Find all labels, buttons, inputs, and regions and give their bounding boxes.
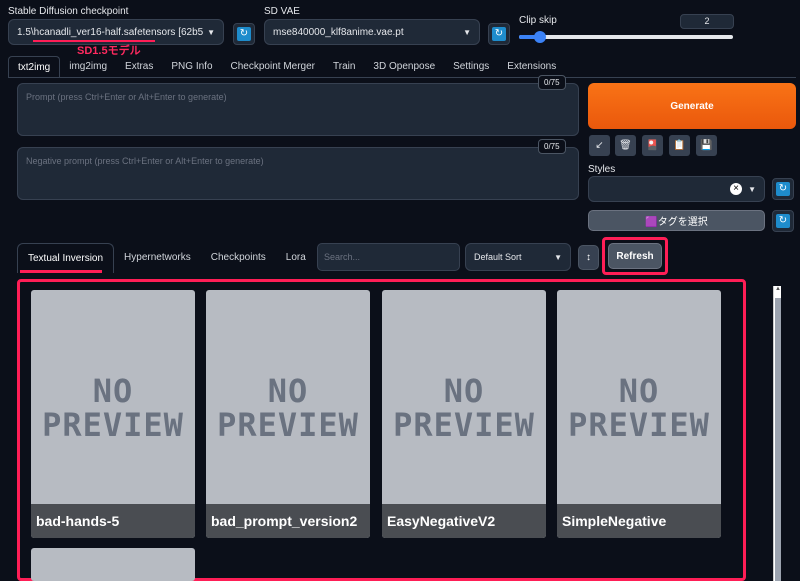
tab-img2img[interactable]: img2img bbox=[60, 56, 116, 78]
no-preview-image: NO PREVIEW bbox=[568, 372, 710, 444]
main-tabs: txt2img img2img Extras PNG Info Checkpoi… bbox=[8, 56, 565, 78]
show-extra-networks-button[interactable]: 🎴 bbox=[642, 135, 663, 156]
generate-button[interactable]: Generate bbox=[588, 83, 796, 129]
tab-3d-openpose[interactable]: 3D Openpose bbox=[364, 56, 444, 78]
card-name: bad-hands-5 bbox=[31, 504, 195, 538]
extra-networks-tabs: Textual Inversion Hypernetworks Checkpoi… bbox=[17, 243, 316, 273]
tag-select-button[interactable]: 🟪タグを選択 bbox=[588, 210, 765, 231]
apply-style-button[interactable]: 📋 bbox=[669, 135, 690, 156]
clip-skip-slider[interactable] bbox=[519, 31, 733, 43]
refresh-icon: ↻ bbox=[492, 27, 506, 41]
tab-divider bbox=[8, 77, 796, 78]
card-name: SimpleNegative bbox=[557, 504, 721, 538]
no-preview-image: NO PREVIEW bbox=[42, 372, 184, 444]
paste-params-button[interactable]: ↙ bbox=[589, 135, 610, 156]
refresh-icon: ↻ bbox=[237, 27, 251, 41]
scrollbar-thumb[interactable] bbox=[775, 298, 781, 581]
styles-select[interactable]: × ▼ bbox=[588, 176, 765, 202]
chevron-down-icon: ▼ bbox=[463, 27, 471, 37]
refresh-checkpoint-button[interactable]: ↻ bbox=[233, 23, 255, 45]
chevron-down-icon: ▼ bbox=[748, 184, 756, 194]
clip-skip-handle[interactable] bbox=[534, 31, 546, 43]
embedding-card[interactable]: NO PREVIEW EasyNegativeV2 bbox=[382, 290, 546, 538]
embedding-card[interactable]: NO PREVIEW bad-hands-5 bbox=[31, 290, 195, 538]
embedding-card[interactable]: NO PREVIEW bad_prompt_version2 bbox=[206, 290, 370, 538]
save-style-button[interactable]: 💾 bbox=[696, 135, 717, 156]
prompt-input[interactable]: Prompt (press Ctrl+Enter or Alt+Enter to… bbox=[17, 83, 579, 136]
embedding-card[interactable]: NO PREVIEW SimpleNegative bbox=[557, 290, 721, 538]
vae-label: SD VAE bbox=[264, 6, 300, 17]
negative-prompt-token-counter: 0/75 bbox=[538, 139, 566, 154]
sort-select[interactable]: Default Sort ▼ bbox=[465, 243, 571, 271]
checkpoint-label: Stable Diffusion checkpoint bbox=[8, 6, 129, 17]
negative-prompt-input[interactable]: Negative prompt (press Ctrl+Enter or Alt… bbox=[17, 147, 579, 200]
embedding-card[interactable] bbox=[31, 548, 195, 581]
search-input[interactable]: Search... bbox=[317, 243, 460, 271]
sort-value: Default Sort bbox=[474, 252, 522, 262]
clipboard-icon: 📋 bbox=[673, 140, 686, 151]
clip-skip-label: Clip skip bbox=[519, 15, 557, 26]
tab-checkpoint-merger[interactable]: Checkpoint Merger bbox=[222, 56, 324, 78]
clip-skip-number[interactable]: 2 bbox=[680, 14, 734, 29]
annotation-underline bbox=[20, 270, 102, 273]
tab-lora[interactable]: Lora bbox=[276, 243, 316, 273]
tab-settings[interactable]: Settings bbox=[444, 56, 498, 78]
clear-prompt-button[interactable]: 🗑 bbox=[615, 135, 636, 156]
tab-png-info[interactable]: PNG Info bbox=[162, 56, 221, 78]
arrow-icon: ↙ bbox=[595, 140, 604, 151]
clear-styles-icon[interactable]: × bbox=[730, 183, 743, 195]
card-icon: 🎴 bbox=[646, 140, 659, 151]
vae-select[interactable]: mse840000_klf8anime.vae.pt ▼ bbox=[264, 19, 480, 45]
chevron-down-icon: ▼ bbox=[207, 27, 215, 37]
refresh-styles-button[interactable]: ↻ bbox=[772, 178, 794, 200]
tab-extras[interactable]: Extras bbox=[116, 56, 162, 78]
refresh-icon: ↻ bbox=[776, 182, 790, 196]
tab-checkpoints[interactable]: Checkpoints bbox=[201, 243, 276, 273]
refresh-tags-button[interactable]: ↻ bbox=[772, 210, 794, 232]
checkpoint-value: 1.5\hcanadli_ver16-half.safetensors [62b… bbox=[17, 26, 203, 38]
styles-label: Styles bbox=[588, 164, 616, 175]
trash-icon: 🗑 bbox=[619, 140, 632, 151]
scroll-up-icon[interactable]: ▲ bbox=[774, 286, 782, 292]
floppy-icon: 💾 bbox=[700, 140, 713, 151]
tab-txt2img[interactable]: txt2img bbox=[8, 56, 61, 78]
refresh-icon: ↻ bbox=[776, 214, 790, 228]
sort-direction-button[interactable]: ↕ bbox=[578, 245, 599, 270]
no-preview-image: NO PREVIEW bbox=[217, 372, 359, 444]
no-preview-image: NO PREVIEW bbox=[393, 372, 535, 444]
card-name: bad_prompt_version2 bbox=[206, 504, 370, 538]
card-name: EasyNegativeV2 bbox=[382, 504, 546, 538]
vae-value: mse840000_klf8anime.vae.pt bbox=[273, 26, 404, 38]
tab-textual-inversion[interactable]: Textual Inversion bbox=[17, 243, 115, 273]
tab-train[interactable]: Train bbox=[324, 56, 364, 78]
cards-scrollbar[interactable]: ▲ bbox=[773, 286, 781, 581]
refresh-vae-button[interactable]: ↻ bbox=[488, 23, 510, 45]
prompt-token-counter: 0/75 bbox=[538, 75, 566, 90]
refresh-button[interactable]: Refresh bbox=[608, 243, 662, 269]
chevron-down-icon: ▼ bbox=[554, 252, 562, 262]
tab-hypernetworks[interactable]: Hypernetworks bbox=[114, 243, 201, 273]
